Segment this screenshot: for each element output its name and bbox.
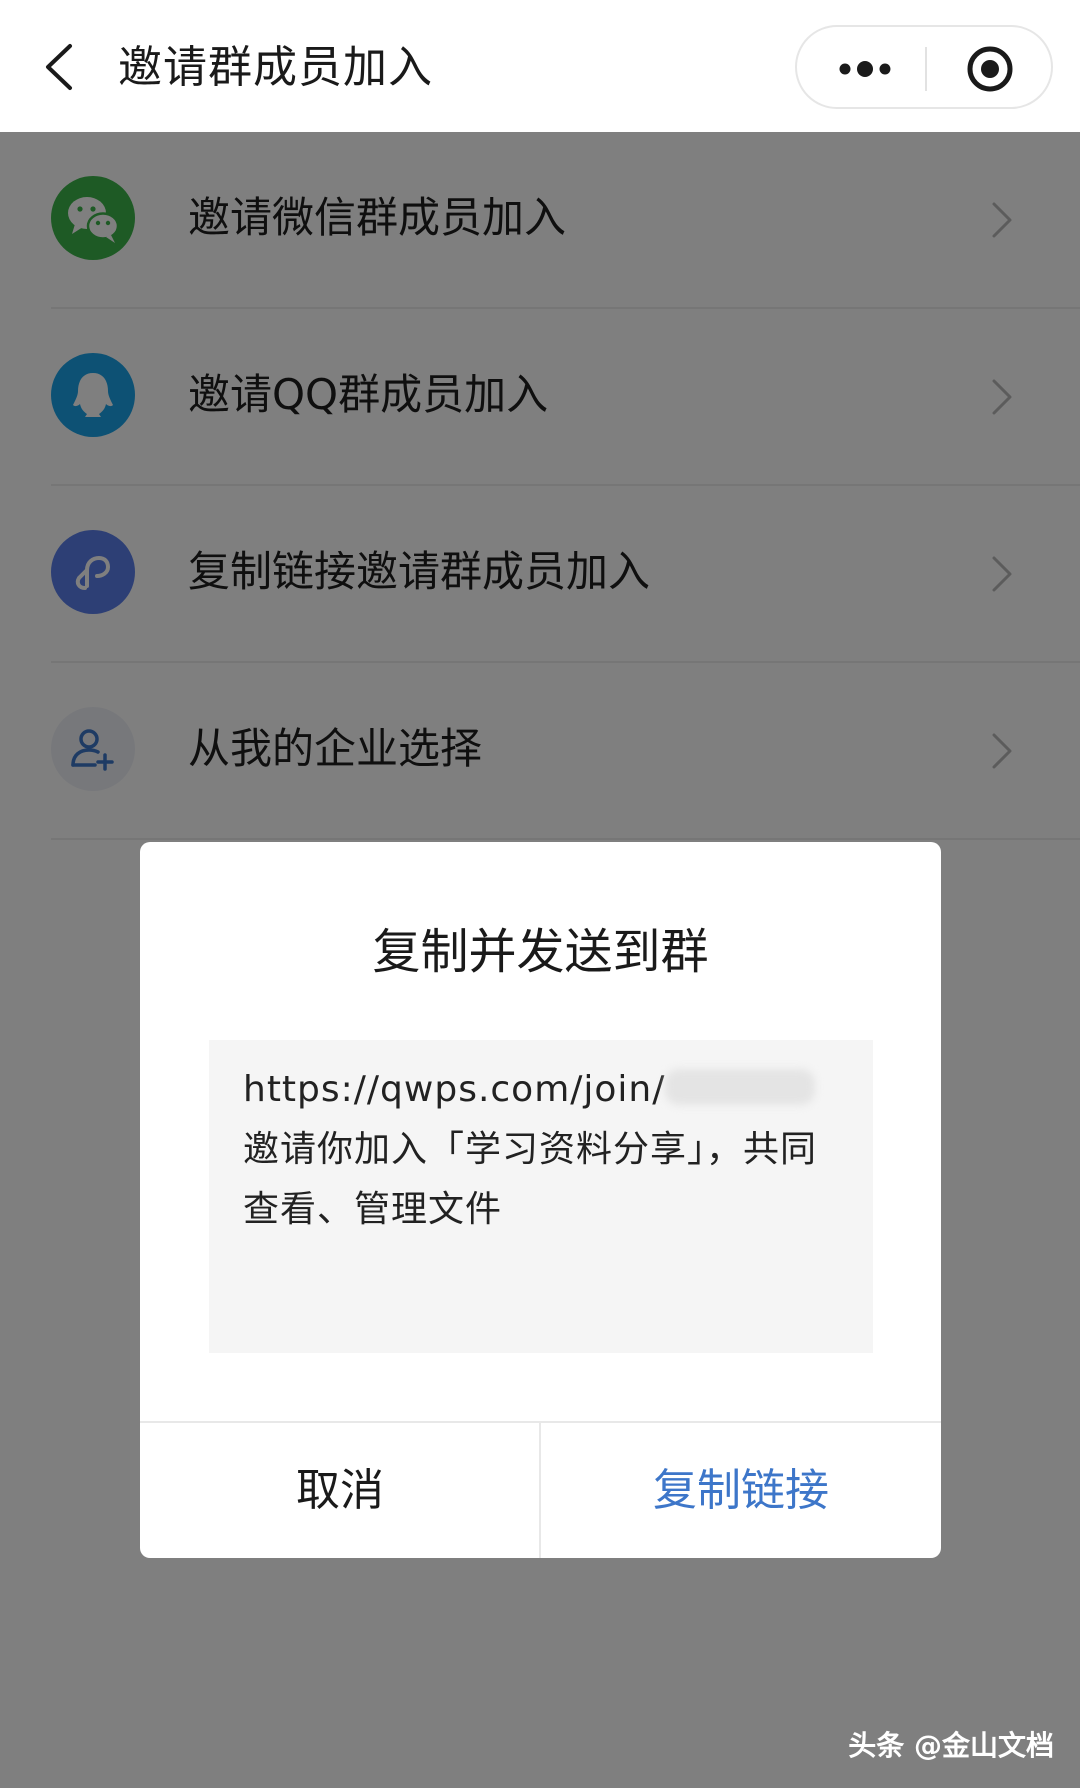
dialog-buttons: 取消 复制链接	[140, 1421, 941, 1558]
watermark: 头条 @金山文档	[848, 1729, 1054, 1762]
copy-link-button[interactable]: 复制链接	[541, 1423, 941, 1558]
redacted-code	[665, 1069, 816, 1105]
invite-message-text: 邀请你加入「学习资料分享」，共同查看、管理文件	[243, 1129, 818, 1230]
copy-send-dialog: 复制并发送到群 https://qwps.com/join/ 邀请你加入「学习资…	[140, 842, 941, 1558]
cancel-button[interactable]: 取消	[140, 1423, 540, 1558]
back-icon[interactable]	[40, 42, 80, 92]
close-target-icon[interactable]	[965, 44, 1015, 94]
dialog-title: 复制并发送到群	[372, 924, 709, 980]
mini-program-capsule	[795, 25, 1053, 109]
more-icon[interactable]	[835, 54, 895, 84]
page-title: 邀请群成员加入	[118, 42, 433, 93]
invite-message-box: https://qwps.com/join/ 邀请你加入「学习资料分享」，共同查…	[209, 1040, 873, 1353]
title-bar: 邀请群成员加入	[0, 0, 1080, 132]
invite-link-text: https://qwps.com/join/	[243, 1069, 666, 1110]
capsule-divider	[925, 47, 927, 91]
